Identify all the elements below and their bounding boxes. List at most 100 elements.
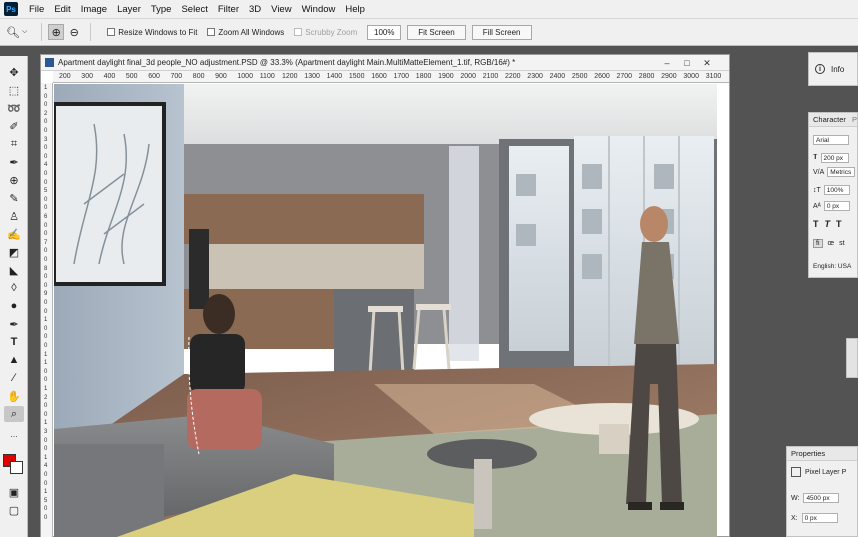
menu-edit[interactable]: Edit (49, 4, 75, 15)
ruler-tick-label: 0 (44, 506, 48, 513)
info-panel[interactable]: i Info (808, 52, 858, 86)
close-icon[interactable]: ✕ (700, 57, 714, 69)
menu-type[interactable]: Type (146, 4, 177, 15)
ruler-tick-label: 1 (44, 454, 48, 461)
tool-preset-picker[interactable]: 🔍︎ ⌵ (6, 26, 27, 39)
ruler-tick-label: 0 (44, 128, 48, 134)
stylistic-icon[interactable]: st (839, 240, 844, 247)
ligatures-icon[interactable]: fi (813, 239, 823, 248)
info-icon: i (815, 64, 825, 74)
divider (41, 23, 43, 41)
kerning-field[interactable]: Metrics (827, 167, 856, 177)
healing-brush-tool-icon[interactable]: ⊕ (4, 172, 24, 188)
quick-select-tool-icon[interactable]: ✐ (4, 118, 24, 134)
x-position-field[interactable]: 0 px (801, 513, 838, 523)
menu-file[interactable]: File (24, 4, 49, 15)
language-label[interactable]: English: USA (813, 263, 851, 270)
tab-character[interactable]: Character P (809, 113, 857, 127)
paragraph-tab-label[interactable]: P (852, 115, 857, 124)
ruler-tick-label: 2700 (616, 73, 633, 80)
vertical-scale-icon: ↕T (813, 186, 821, 194)
menu-3d[interactable]: 3D (244, 4, 266, 15)
vertical-scale-field[interactable]: 100% (823, 185, 850, 195)
path-selection-tool-icon[interactable]: ▲ (4, 352, 24, 368)
panel-collapse-handle[interactable] (846, 338, 858, 378)
crop-tool-icon[interactable]: ⌗ (4, 136, 24, 152)
hand-tool-icon[interactable]: ✋ (4, 388, 24, 404)
fit-screen-button[interactable]: Fit Screen (407, 24, 466, 40)
menu-image[interactable]: Image (76, 4, 112, 15)
menu-window[interactable]: Window (297, 4, 341, 15)
ruler-tick-label: 200 (59, 73, 71, 80)
more-tools-icon[interactable]: … (4, 426, 24, 442)
menu-help[interactable]: Help (340, 4, 370, 15)
menu-view[interactable]: View (266, 4, 296, 15)
type-tool-icon[interactable]: T (4, 334, 24, 350)
ruler-tick-label: 0 (44, 472, 48, 478)
zoom-all-windows-checkbox[interactable]: Zoom All Windows (207, 28, 284, 37)
width-field[interactable]: 4500 px (803, 493, 840, 503)
move-tool-icon[interactable]: ✥ (4, 64, 24, 80)
zoom-in-icon[interactable]: ⊕ (48, 24, 65, 40)
zoom-percent-field[interactable]: 100% (367, 24, 402, 40)
history-brush-tool-icon[interactable]: ✍ (4, 226, 24, 242)
screen-mode-icon[interactable]: ▢ (4, 502, 24, 518)
blur-tool-icon[interactable]: ◊ (4, 280, 24, 296)
scrubby-zoom-checkbox[interactable]: Scrubby Zoom (294, 28, 357, 37)
paint-bucket-tool-icon[interactable]: ◣ (4, 262, 24, 278)
horizontal-ruler: 200 300 400 500 600 700 800 900 1000 1100 1200 1300… (53, 71, 729, 83)
maximize-icon[interactable]: □ (680, 57, 694, 69)
ruler-tick-label: 0 (44, 300, 48, 306)
ruler-tick-label: 0 (44, 368, 48, 375)
all-caps-icon[interactable]: T (836, 219, 842, 229)
menu-filter[interactable]: Filter (213, 4, 244, 15)
dodge-tool-icon[interactable]: ● (4, 298, 24, 314)
pixel-layer-icon (791, 467, 801, 477)
ruler-tick-label: 0 (44, 171, 48, 177)
ruler-tick-label: 3100 (705, 73, 722, 80)
zoom-tool-icon[interactable]: ⌕ (4, 406, 24, 422)
menu-layer[interactable]: Layer (112, 4, 146, 15)
resize-windows-checkbox[interactable]: Resize Windows to Fit (107, 28, 197, 37)
faux-italic-icon[interactable]: T (825, 219, 831, 229)
faux-bold-icon[interactable]: T (813, 219, 819, 229)
font-family-field[interactable]: Arial (813, 135, 849, 145)
ruler-tick-label: 9 (44, 291, 48, 298)
line-tool-icon[interactable]: ∕ (4, 370, 24, 386)
ruler-tick-label: 900 (215, 73, 227, 80)
tab-properties[interactable]: Properties (787, 447, 857, 461)
document-tab[interactable]: Apartment daylight final_3d people_NO ad… (41, 55, 729, 71)
document-window: Apartment daylight final_3d people_NO ad… (40, 54, 730, 537)
pen-tool-icon[interactable]: ✒ (4, 316, 24, 332)
document-title: Apartment daylight final_3d people_NO ad… (58, 58, 516, 67)
background-color-swatch[interactable] (10, 461, 23, 474)
ruler-tick-label: 2400 (549, 73, 566, 80)
quick-mask-icon[interactable]: ▣ (4, 484, 24, 500)
brush-tool-icon[interactable]: ✎ (4, 190, 24, 206)
ruler-tick-label: 0 (44, 145, 48, 152)
ornaments-icon[interactable]: œ (828, 240, 835, 247)
eyedropper-tool-icon[interactable]: ✒ (4, 154, 24, 170)
eraser-tool-icon[interactable]: ◩ (4, 244, 24, 260)
ruler-tick-label: 2 (44, 110, 48, 117)
character-panel: Character P Arial 𝐓 200 px V/A Metrics ↕T 1… (808, 112, 858, 278)
menu-select[interactable]: Select (176, 4, 212, 15)
clone-stamp-tool-icon[interactable]: ♙ (4, 208, 24, 224)
ruler-tick-label: 1500 (348, 73, 365, 80)
menu-bar: Ps File Edit Image Layer Type Select Fil… (0, 0, 858, 18)
image-canvas[interactable] (54, 84, 717, 537)
baseline-shift-field[interactable]: 0 px (823, 201, 850, 211)
minimize-icon[interactable]: – (660, 57, 674, 69)
lasso-tool-icon[interactable]: ➿ (4, 100, 24, 116)
font-size-field[interactable]: 200 px (820, 153, 849, 163)
ruler-tick-label: 6 (44, 214, 48, 220)
options-bar: 🔍︎ ⌵ ⊕ ⊖ Resize Windows to Fit Zoom All … (0, 18, 858, 46)
marquee-tool-icon[interactable]: ⬚ (4, 82, 24, 98)
photoshop-logo: Ps (4, 2, 18, 16)
zoom-icon: 🔍︎ (6, 26, 20, 39)
character-tab-label: Character (813, 115, 846, 124)
zoom-out-icon[interactable]: ⊖ (66, 24, 82, 40)
fill-screen-button[interactable]: Fill Screen (471, 24, 532, 40)
ruler-tick-label: 1 (44, 317, 48, 324)
ruler-tick-label: 0 (44, 446, 48, 453)
